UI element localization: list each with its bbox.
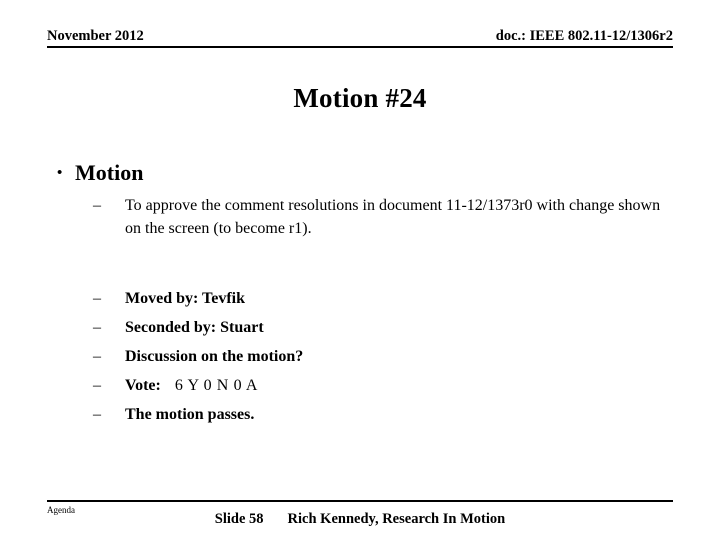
dash-marker-icon: – <box>93 348 101 365</box>
slide: November 2012 doc.: IEEE 802.11-12/1306r… <box>0 0 720 540</box>
list-item-text: Discussion on the motion? <box>125 348 304 365</box>
dash-marker-icon: – <box>93 377 101 394</box>
list-item-text: Moved by: Tevfik <box>125 290 246 307</box>
list-item: – To approve the comment resolutions in … <box>93 194 673 240</box>
dash-marker-icon: – <box>93 197 101 214</box>
list-item: – Discussion on the motion? <box>93 342 673 371</box>
list-item-text: Seconded by: Stuart <box>125 319 264 336</box>
dash-marker-icon: – <box>93 290 101 307</box>
vote-label: Vote: <box>125 377 161 394</box>
footer-content: Agenda Slide 58 Rich Kennedy, Research In… <box>47 502 673 532</box>
bullet-motion-label: Motion <box>75 160 144 185</box>
slide-footer: Agenda Slide 58 Rich Kennedy, Research In… <box>47 500 673 532</box>
bullet-dot-icon: • <box>57 165 63 181</box>
slide-body: • Motion – To approve the comment resolu… <box>47 160 673 429</box>
dash-marker-icon: – <box>93 406 101 423</box>
footer-author: Rich Kennedy, Research In Motion <box>287 511 506 527</box>
dash-marker-icon: – <box>93 319 101 336</box>
header-document-number: doc.: IEEE 802.11-12/1306r2 <box>495 28 673 44</box>
bullet-motion: • Motion <box>47 160 673 186</box>
list-item-text: To approve the comment resolutions in do… <box>125 197 661 237</box>
list-item-text: The motion passes. <box>125 406 255 423</box>
header-date: November 2012 <box>47 28 144 44</box>
list-item: – Seconded by: Stuart <box>93 313 673 342</box>
list-item-vote: – Vote: 6 Y 0 N 0 A <box>93 371 673 400</box>
vote-tally: 6 Y 0 N 0 A <box>174 377 259 394</box>
blank-line-spacer <box>93 240 673 284</box>
footer-center-group: Slide 58 Rich Kennedy, Research In Motion <box>47 510 673 528</box>
list-item: – Moved by: Tevfik <box>93 284 673 313</box>
sub-bullet-group: – To approve the comment resolutions in … <box>93 194 673 429</box>
slide-number: Slide 58 <box>214 511 264 527</box>
list-item: – The motion passes. <box>93 400 673 429</box>
page-title: Motion #24 <box>293 83 427 113</box>
slide-header: November 2012 doc.: IEEE 802.11-12/1306r… <box>47 28 673 48</box>
